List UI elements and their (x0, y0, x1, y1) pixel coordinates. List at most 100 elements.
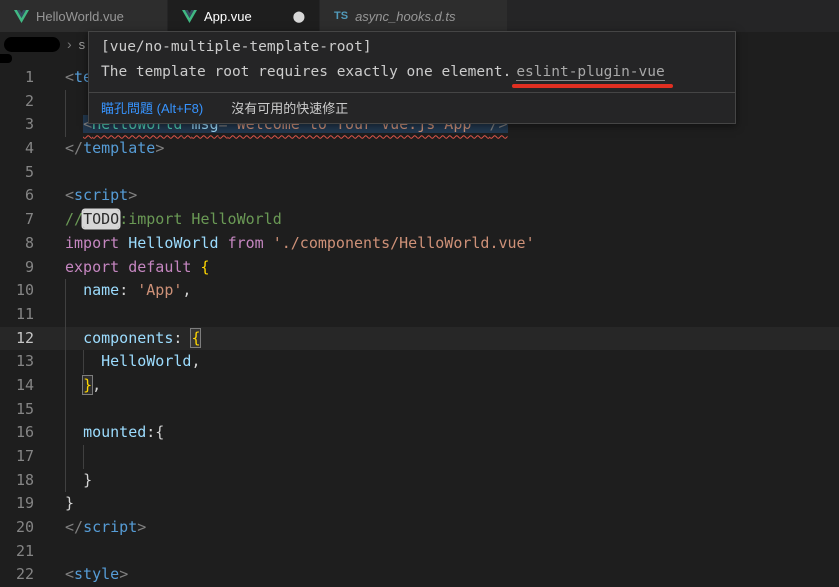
indent-guide (83, 445, 85, 469)
code-line-content[interactable]: mounted:{ (34, 421, 839, 445)
vue-icon (182, 9, 197, 23)
code-token: < (65, 186, 75, 205)
indent-guide (65, 89, 66, 114)
code-token: name (83, 281, 120, 300)
code-token: : (119, 281, 138, 300)
code-line: 17 (0, 445, 839, 469)
code-token: components (83, 328, 174, 347)
code-line-content[interactable]: //TODO:import HelloWorld (34, 208, 839, 232)
code-line-content[interactable]: export default { (34, 256, 839, 280)
tab-label: HelloWorld.vue (36, 8, 124, 24)
code-line: 5 (0, 161, 839, 185)
tab-helloworld-vue[interactable]: HelloWorld.vue (0, 0, 168, 32)
error-hover-tooltip: [vue/no-multiple-template-root] The temp… (88, 31, 736, 124)
code-line: 14 }, (0, 373, 839, 398)
code-line-content[interactable]: } (34, 492, 839, 516)
code-token: < (65, 68, 75, 86)
code-token: , (191, 352, 201, 371)
tab-app-vue[interactable]: App.vue ⬤ (168, 0, 320, 32)
code-line-content[interactable]: </script> (34, 516, 839, 540)
code-line-content[interactable]: components: { (34, 326, 839, 351)
code-token: :import HelloWorld (119, 210, 282, 229)
line-number: 11 (15, 304, 34, 323)
line-number: 16 (15, 423, 34, 442)
line-number: 4 (24, 139, 34, 158)
indent-guide (65, 397, 66, 422)
indent-guide (65, 302, 66, 327)
indent-guide (65, 421, 66, 445)
code-token: } (83, 470, 93, 489)
code-line: 6 <script> (0, 184, 839, 208)
tab-async-hooks-d-ts[interactable]: TS async_hooks.d.ts (320, 0, 508, 32)
ts-icon: TS (334, 10, 349, 22)
code-line-content[interactable] (34, 302, 839, 327)
line-number: 1 (24, 68, 34, 86)
code-line-content[interactable]: <style> (34, 563, 839, 587)
line-number: 13 (15, 352, 34, 371)
code-line-content[interactable]: } (34, 468, 839, 493)
line-number: 5 (24, 162, 34, 181)
code-token: { (191, 328, 201, 347)
code-token: < (65, 565, 75, 584)
vue-icon (14, 9, 29, 23)
code-line: 13 HelloWorld, (0, 350, 839, 374)
no-quick-fix-label: 沒有可用的快速修正 (231, 101, 349, 116)
indent-guide (65, 445, 66, 469)
code-line-content[interactable]: }, (34, 373, 839, 398)
code-line-content[interactable] (34, 397, 839, 422)
line-number: 9 (24, 257, 34, 276)
indent-guide (65, 350, 66, 374)
line-number: 15 (15, 399, 34, 418)
code-token: from (227, 233, 264, 252)
code-line: 21 (0, 540, 839, 564)
code-token: './components/HelloWorld.vue' (272, 233, 535, 252)
code-token: </ (65, 139, 84, 158)
code-line-content[interactable] (34, 161, 839, 185)
line-number: 22 (15, 565, 34, 584)
breadcrumb-item[interactable]: s (79, 37, 86, 52)
code-line: 16 mounted:{ (0, 421, 839, 445)
line-number: 21 (15, 541, 34, 560)
code-token: // (65, 210, 84, 229)
code-token: } (83, 375, 93, 394)
line-number: 7 (24, 210, 34, 229)
code-line: 10 name: 'App', (0, 279, 839, 303)
code-token: 'App' (137, 281, 183, 300)
code-line-content[interactable] (34, 445, 839, 469)
error-message: The template root requires exactly one e… (101, 64, 512, 80)
code-line-content[interactable]: </template> (34, 137, 839, 161)
code-token: HelloWorld (101, 352, 192, 371)
code-line-content[interactable]: <script> (34, 184, 839, 208)
peek-problem-link[interactable]: 瞄孔問題 (Alt+F8) (101, 98, 203, 117)
code-line: 8 import HelloWorld from './components/He… (0, 232, 839, 256)
code-line: 12 components: { (0, 326, 839, 351)
code-token: default (128, 257, 192, 276)
line-number: 12 (15, 328, 34, 347)
code-token: script (74, 186, 129, 205)
code-line-content[interactable] (34, 540, 839, 564)
code-line-content[interactable]: name: 'App', (34, 279, 839, 303)
code-token: HelloWorld (128, 233, 219, 252)
line-number: 20 (15, 518, 34, 537)
line-number: 17 (15, 447, 34, 465)
code-token: style (74, 565, 120, 584)
code-line-content[interactable]: HelloWorld, (34, 350, 839, 374)
code-line: 18 } (0, 468, 839, 493)
code-line-content[interactable]: import HelloWorld from './components/Hel… (34, 232, 839, 256)
todo-highlight: TODO (83, 210, 120, 229)
code-editor[interactable]: 1<template>23 <HelloWorld msg="Welcome t… (0, 56, 839, 583)
code-token: > (128, 186, 138, 205)
code-token: , (182, 281, 192, 300)
line-number: 19 (15, 494, 34, 513)
modified-dot-icon: ⬤ (292, 10, 305, 23)
code-token: : (173, 328, 192, 347)
eslint-plugin-link[interactable]: eslint-plugin-vue (516, 64, 665, 81)
redacted-breadcrumb-item (4, 36, 60, 52)
tab-label: App.vue (204, 8, 252, 24)
